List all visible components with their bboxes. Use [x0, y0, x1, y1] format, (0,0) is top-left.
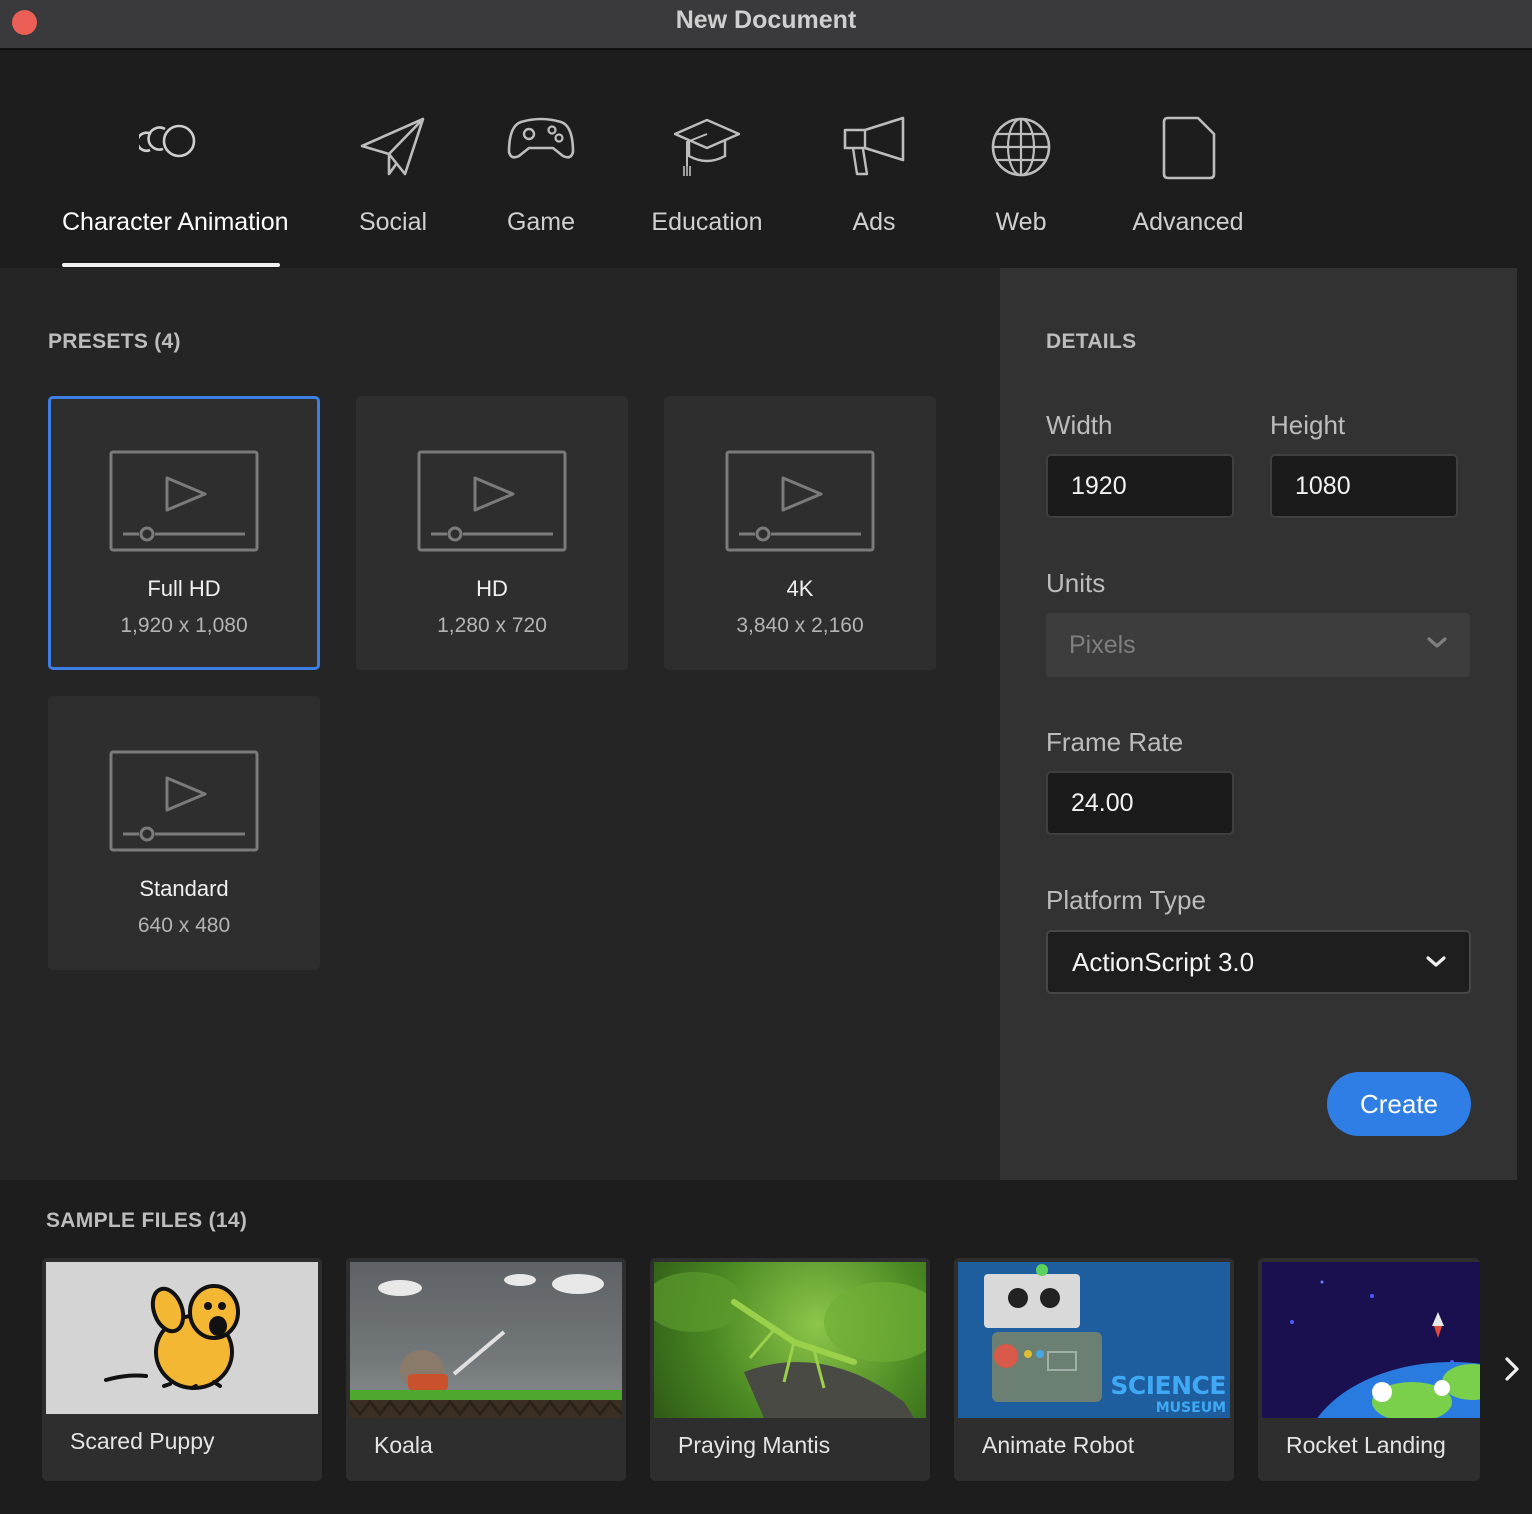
sample-rocket-landing[interactable]: Rocket Landing [1258, 1258, 1480, 1481]
tab-label: Education [651, 208, 763, 236]
koala-scene-illustration [350, 1274, 622, 1418]
title-bar: New Document [0, 0, 1532, 50]
chevron-down-icon [1427, 637, 1447, 648]
sample-files-heading: SAMPLE FILES (14) [46, 1209, 248, 1232]
sample-name: Koala [374, 1432, 433, 1458]
sample-name: Scared Puppy [70, 1428, 215, 1454]
sample-thumbnail [46, 1262, 318, 1414]
megaphone-icon [843, 116, 905, 176]
tab-label: Ads [852, 208, 896, 236]
paper-plane-icon [360, 117, 425, 176]
preset-full-hd[interactable]: Full HD 1,920 x 1,080 [48, 396, 320, 670]
video-preset-icon [725, 450, 875, 552]
science-museum-logo-sub: MUSEUM [1155, 1400, 1226, 1416]
preset-hd[interactable]: HD 1,280 x 720 [356, 396, 628, 670]
document-icon [1162, 116, 1216, 180]
units-select[interactable]: Pixels [1046, 613, 1470, 677]
platform-type-value: ActionScript 3.0 [1072, 946, 1255, 977]
sample-thumbnail [350, 1262, 622, 1418]
preset-name: 4K [786, 576, 814, 601]
tab-advanced[interactable]: Advanced [1128, 52, 1248, 268]
category-tabs: Character Animation Social Game Educatio… [0, 52, 1532, 268]
sample-name: Rocket Landing [1286, 1432, 1446, 1458]
gamepad-icon [507, 117, 575, 159]
tab-label: Web [995, 208, 1047, 236]
create-button[interactable]: Create [1327, 1072, 1471, 1136]
preset-size: 640 x 480 [137, 914, 231, 937]
sample-thumbnail [654, 1262, 926, 1418]
tab-label: Character Animation [62, 208, 289, 236]
puppy-illustration [104, 1284, 240, 1390]
preset-size: 1,280 x 720 [437, 614, 547, 637]
preset-4k[interactable]: 4K 3,840 x 2,160 [664, 396, 936, 670]
video-preset-icon [417, 450, 567, 552]
preset-name: Full HD [147, 576, 221, 601]
details-panel [1000, 268, 1517, 1180]
width-input[interactable]: 1920 [1046, 454, 1234, 518]
units-value: Pixels [1069, 630, 1136, 659]
presets-heading: PRESETS (4) [48, 330, 181, 353]
sample-thumbnail: SCIENCE MUSEUM [958, 1262, 1230, 1418]
tab-label: Advanced [1132, 208, 1244, 236]
sample-animate-robot[interactable]: SCIENCE MUSEUM Animate Robot [954, 1258, 1234, 1481]
frame-rate-label: Frame Rate [1046, 727, 1184, 757]
units-label: Units [1046, 568, 1106, 598]
preset-size: 3,840 x 2,160 [736, 614, 864, 637]
globe-icon [991, 117, 1051, 177]
character-animation-icon [139, 124, 196, 158]
mantis-photo-illustration [654, 1272, 926, 1418]
chevron-down-icon [1426, 956, 1446, 967]
height-label: Height [1270, 410, 1346, 440]
tab-ads[interactable]: Ads [834, 52, 914, 268]
preset-name: Standard [139, 876, 229, 901]
graduation-cap-icon [673, 118, 741, 176]
tab-education[interactable]: Education [647, 52, 767, 268]
sample-koala[interactable]: Koala [346, 1258, 626, 1481]
preset-standard[interactable]: Standard 640 x 480 [48, 696, 320, 970]
rocket-scene-illustration [1290, 1280, 1480, 1418]
frame-rate-input[interactable]: 24.00 [1046, 771, 1234, 835]
sample-name: Animate Robot [982, 1432, 1135, 1458]
sample-scared-puppy[interactable]: Scared Puppy [42, 1258, 322, 1481]
sample-thumbnail [1262, 1262, 1480, 1418]
science-museum-logo: SCIENCE [1110, 1371, 1226, 1400]
platform-type-label: Platform Type [1046, 885, 1206, 915]
window-title: New Document [675, 6, 857, 34]
preset-size: 1,920 x 1,080 [120, 614, 248, 637]
sample-praying-mantis[interactable]: Praying Mantis [650, 1258, 930, 1481]
tab-game[interactable]: Game [491, 52, 591, 268]
details-heading: DETAILS [1046, 330, 1137, 353]
chevron-right-icon[interactable] [1500, 1352, 1524, 1386]
sample-name: Praying Mantis [678, 1432, 831, 1458]
tab-social[interactable]: Social [343, 52, 443, 268]
width-label: Width [1046, 410, 1113, 440]
tab-web[interactable]: Web [981, 52, 1061, 268]
video-preset-icon [109, 750, 259, 852]
platform-type-select[interactable]: ActionScript 3.0 [1046, 930, 1471, 994]
tab-label: Game [506, 208, 576, 236]
video-preset-icon [109, 450, 259, 552]
active-tab-indicator [62, 263, 280, 267]
height-input[interactable]: 1080 [1270, 454, 1458, 518]
tab-character-animation[interactable]: Character Animation [62, 52, 289, 268]
tab-label: Social [358, 208, 428, 236]
preset-name: HD [476, 576, 508, 601]
